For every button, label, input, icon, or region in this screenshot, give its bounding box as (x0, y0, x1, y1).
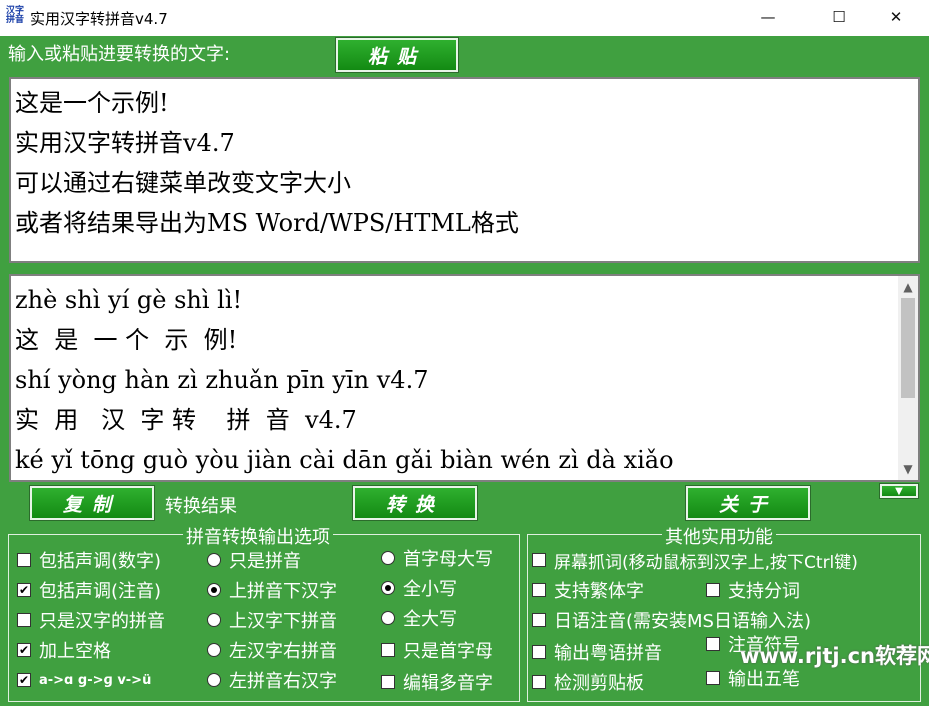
input-line: 这是一个示例! (15, 89, 169, 117)
option-screen-grab[interactable]: 屏幕抓词(移动鼠标到汉字上,按下Ctrl键) (532, 547, 858, 573)
checkbox-checked-icon: ✔ (17, 583, 31, 597)
main-panel: 输入或粘贴进要转换的文字: 粘贴 这是一个示例! 实用汉字转拼音v4.7 可以通… (0, 36, 929, 706)
checkbox-icon (532, 675, 546, 689)
copy-button[interactable]: 复制 (29, 485, 155, 521)
output-line: 这 是 一 个 示 例! (15, 326, 238, 354)
option-label: a->ɑ g->ɡ v->ü (39, 672, 152, 688)
paste-button[interactable]: 粘贴 (335, 37, 459, 73)
radio-hanzi-above-pinyin[interactable]: 上汉字下拼音 (207, 607, 337, 633)
other-functions-group: 其他实用功能 屏幕抓词(移动鼠标到汉字上,按下Ctrl键) 支持繁体字 支持分词… (527, 523, 921, 702)
checkbox-checked-icon: ✔ (17, 673, 31, 687)
option-label: 日语注音(需安装MS日语输入法) (554, 611, 811, 632)
option-label: 左拼音右汉字 (229, 671, 337, 692)
maximize-button[interactable]: ☐ (816, 0, 862, 34)
output-line: shí yòng hàn zì zhuǎn pīn yīn v4.7 (15, 366, 429, 394)
radio-selected-icon (207, 583, 221, 597)
about-button[interactable]: 关于 (685, 485, 811, 521)
checkbox-icon (381, 675, 395, 689)
option-clipboard[interactable]: 检测剪贴板 (532, 669, 644, 695)
checkbox-checked-icon: ✔ (17, 643, 31, 657)
scroll-thumb[interactable] (901, 298, 915, 398)
pinyin-options-title: 拼音转换输出选项 (183, 523, 333, 549)
output-line: ké yǐ tōng guò yòu jiàn cài dān gǎi biàn… (15, 446, 674, 474)
radio-icon (207, 643, 221, 657)
option-word-segment[interactable]: 支持分词 (706, 577, 800, 603)
option-label: 上汉字下拼音 (229, 611, 337, 632)
scroll-up-icon[interactable]: ▲ (898, 278, 918, 296)
checkbox-icon (706, 637, 720, 651)
option-letter-variants[interactable]: ✔ a->ɑ g->ɡ v->ü (17, 667, 151, 693)
option-tone-number[interactable]: 包括声调(数字) (17, 547, 161, 573)
radio-only-pinyin[interactable]: 只是拼音 (207, 547, 301, 573)
radio-all-lowercase[interactable]: 全小写 (381, 575, 457, 601)
output-scrollbar[interactable]: ▲ ▼ (898, 276, 918, 480)
option-label: 全大写 (403, 609, 457, 630)
checkbox-icon (532, 583, 546, 597)
checkbox-icon (532, 613, 546, 627)
option-traditional[interactable]: 支持繁体字 (532, 577, 644, 603)
radio-icon (381, 551, 395, 565)
radio-pinyin-left-hanzi-right[interactable]: 左拼音右汉字 (207, 667, 337, 693)
checkbox-icon (532, 645, 546, 659)
option-label: 包括声调(注音) (39, 581, 162, 602)
minimize-button[interactable]: — (745, 0, 791, 34)
option-label: 首字母大写 (403, 549, 493, 570)
option-label: 编辑多音字 (403, 673, 493, 694)
option-label: 上拼音下汉字 (229, 581, 337, 602)
convert-button[interactable]: 转换 (352, 485, 478, 521)
radio-capitalize-first[interactable]: 首字母大写 (381, 545, 493, 571)
option-label: 只是首字母 (403, 641, 493, 662)
radio-icon (207, 553, 221, 567)
checkbox-icon (706, 583, 720, 597)
window-title: 实用汉字转拼音v4.7 (30, 10, 168, 28)
collapse-icon[interactable]: ▼ (879, 483, 919, 499)
option-label: 支持繁体字 (554, 581, 644, 602)
input-textarea[interactable]: 这是一个示例! 实用汉字转拼音v4.7 可以通过右键菜单改变文字大小 或者将结果… (9, 77, 920, 263)
input-line: 或者将结果导出为MS Word/WPS/HTML格式 (15, 209, 519, 237)
option-only-hanzi-pinyin[interactable]: 只是汉字的拼音 (17, 607, 165, 633)
output-line: 实 用 汉 字 转 拼 音 v4.7 (15, 406, 357, 434)
option-label: 屏幕抓词(移动鼠标到汉字上,按下Ctrl键) (554, 552, 858, 573)
app-icon: 汉字拼音 (6, 6, 25, 25)
result-label: 转换结果 (165, 496, 237, 517)
option-cantonese[interactable]: 输出粤语拼音 (532, 639, 662, 665)
option-add-space[interactable]: ✔ 加上空格 (17, 637, 111, 663)
option-label: 只是汉字的拼音 (39, 611, 165, 632)
input-line: 可以通过右键菜单改变文字大小 (15, 169, 351, 197)
option-initials-only[interactable]: 只是首字母 (381, 637, 493, 663)
option-label: 全小写 (403, 579, 457, 600)
option-tone-mark[interactable]: ✔ 包括声调(注音) (17, 577, 161, 603)
option-label: 加上空格 (39, 641, 111, 662)
output-textarea[interactable]: zhè shì yí gè shì lì! 这 是 一 个 示 例! shí y… (9, 274, 920, 482)
input-label: 输入或粘贴进要转换的文字: (8, 44, 231, 65)
radio-pinyin-above-hanzi[interactable]: 上拼音下汉字 (207, 577, 337, 603)
option-label: 支持分词 (728, 581, 800, 602)
input-line: 实用汉字转拼音v4.7 (15, 129, 235, 157)
option-label: 检测剪贴板 (554, 673, 644, 694)
option-label: 输出粤语拼音 (554, 643, 662, 664)
close-button[interactable]: ✕ (873, 0, 919, 34)
option-label: 只是拼音 (229, 551, 301, 572)
checkbox-icon (17, 613, 31, 627)
checkbox-icon (381, 643, 395, 657)
radio-icon (207, 673, 221, 687)
radio-icon (381, 611, 395, 625)
other-functions-title: 其他实用功能 (662, 523, 776, 549)
watermark-text: www.rjtj.cn软荐网 (740, 644, 929, 668)
radio-all-uppercase[interactable]: 全大写 (381, 605, 457, 631)
option-label: 左汉字右拼音 (229, 641, 337, 662)
checkbox-icon (706, 671, 720, 685)
option-edit-polyphones[interactable]: 编辑多音字 (381, 669, 493, 695)
checkbox-icon (532, 553, 546, 567)
output-line: zhè shì yí gè shì lì! (15, 286, 243, 314)
option-label: 包括声调(数字) (39, 551, 162, 572)
radio-selected-icon (381, 581, 395, 595)
title-bar: 汉字拼音 实用汉字转拼音v4.7 — ☐ ✕ (0, 0, 929, 36)
radio-hanzi-left-pinyin-right[interactable]: 左汉字右拼音 (207, 637, 337, 663)
checkbox-icon (17, 553, 31, 567)
option-japanese[interactable]: 日语注音(需安装MS日语输入法) (532, 607, 811, 633)
radio-icon (207, 613, 221, 627)
scroll-down-icon[interactable]: ▼ (898, 460, 918, 478)
pinyin-options-group: 拼音转换输出选项 包括声调(数字) ✔ 包括声调(注音) 只是汉字的拼音 ✔ 加上空… (8, 523, 520, 702)
